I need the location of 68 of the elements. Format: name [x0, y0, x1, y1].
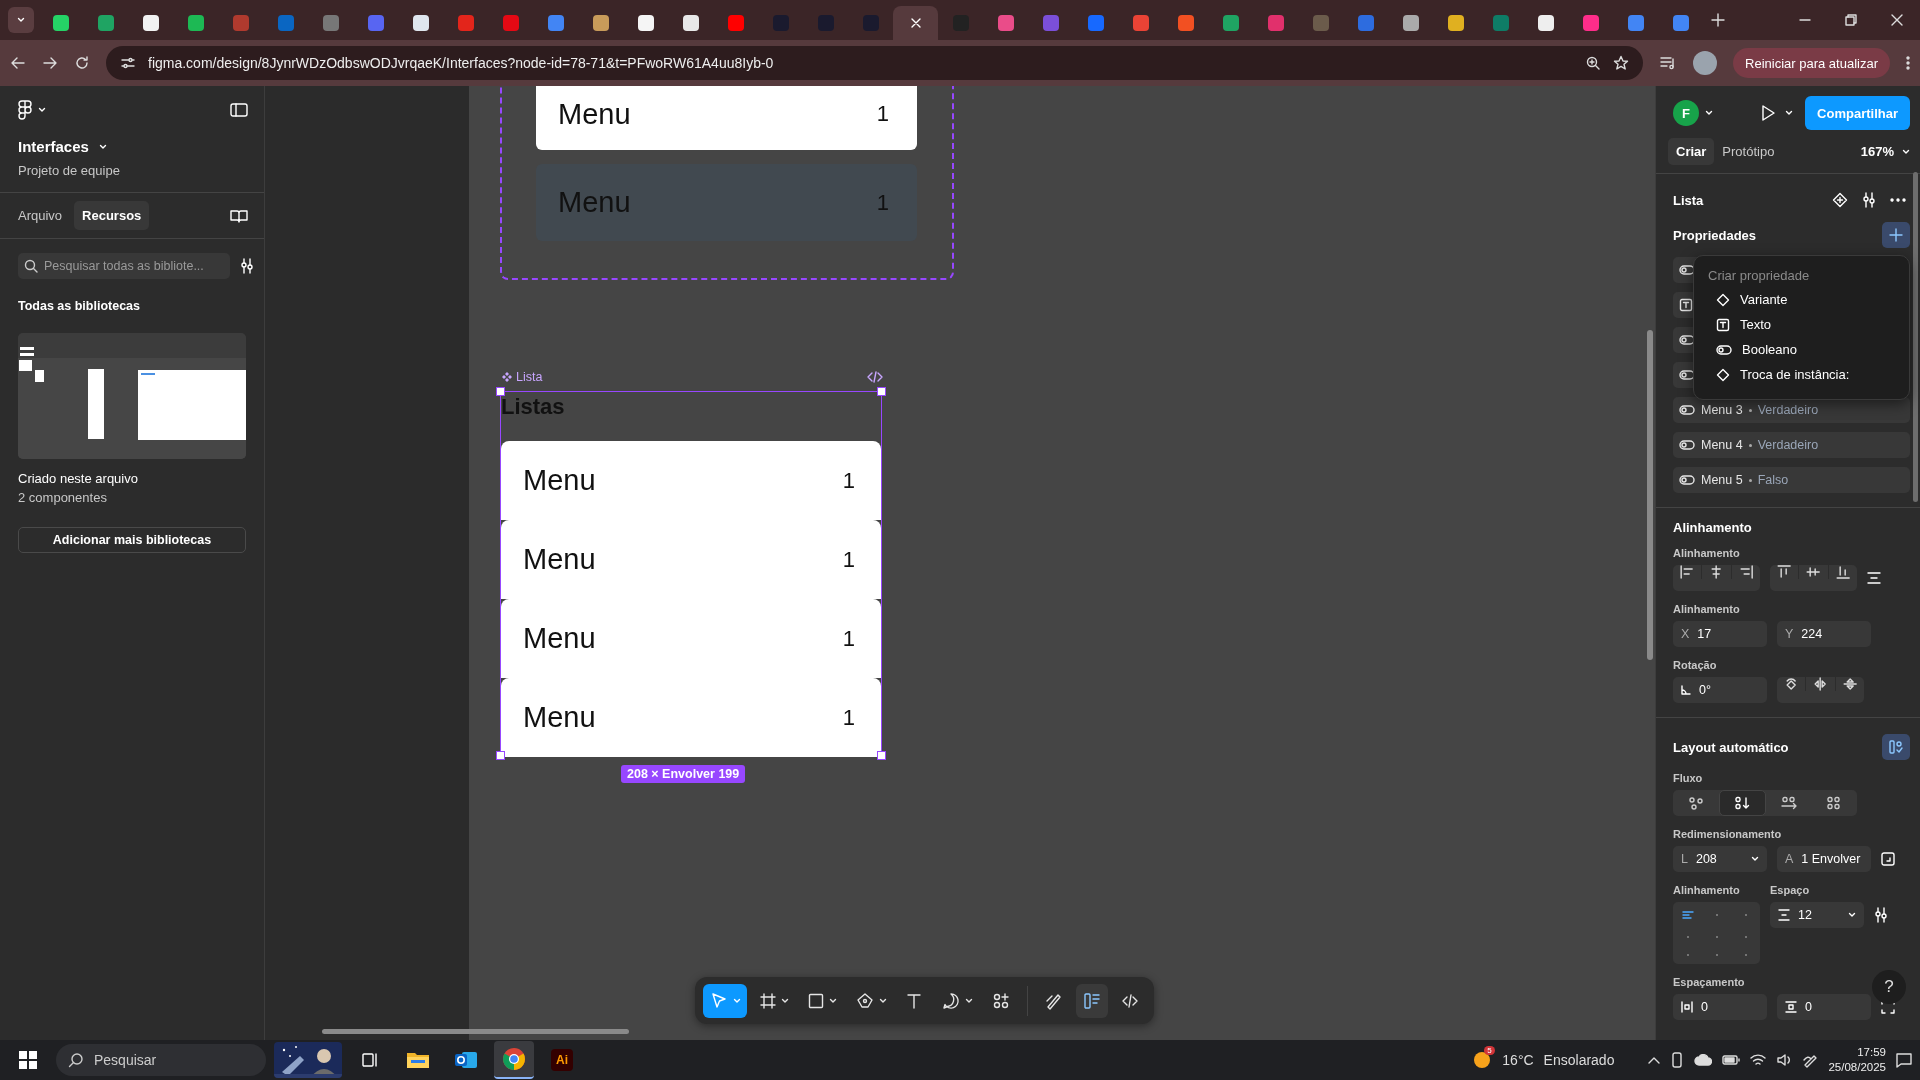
property-name: Menu 4 — [1701, 438, 1743, 452]
menu-label: Menu — [558, 186, 631, 219]
menu-count: 1 — [842, 704, 855, 731]
horizontal-padding-field[interactable]: 0 — [1673, 994, 1767, 1020]
property-row[interactable]: Menu 4 Verdadeiro — [1673, 432, 1910, 458]
temperature[interactable]: 16°C — [1502, 1052, 1534, 1068]
property-row[interactable]: Menu 5 Falso — [1673, 467, 1910, 493]
illustrator-icon[interactable]: Ai — [551, 1049, 573, 1071]
weather-condition[interactable]: Ensolarado — [1543, 1052, 1615, 1068]
project-name: Projeto de equipe — [18, 163, 121, 178]
field-label: Espaço — [1770, 884, 1810, 896]
search-field[interactable]: Pesquisar todas as bibliote... — [18, 253, 230, 279]
menu-label: Menu — [523, 701, 596, 734]
menu-title: Criar propriedade — [1708, 268, 1810, 283]
clock[interactable]: 17:59 25/08/2025 — [1828, 1045, 1886, 1075]
menu-item[interactable]: Texto — [1694, 312, 1909, 337]
zoom-level[interactable]: 167% — [1860, 144, 1894, 159]
section-title: Layout automático — [1673, 739, 1789, 755]
height-field[interactable]: A 1 Envolver — [1777, 846, 1871, 872]
property-value: Verdadeiro — [1757, 403, 1819, 417]
field-label: Alinhamento — [1673, 547, 1740, 559]
menu-item[interactable]: Variante — [1694, 287, 1909, 312]
property-value: Falso — [1757, 473, 1789, 487]
section-title: Todas as bibliotecas — [18, 299, 142, 313]
menu-count: 1 — [876, 101, 889, 127]
menu-count: 1 — [842, 546, 855, 573]
address-field[interactable]: figma.com/design/8JynrWDzOdbswODJvrqaeK/Interfaces?node-id=78-71&t=PFwoRW61A4uu8Iyb-0 — [106, 46, 1644, 80]
size-label: 208 × Envolver 199 — [621, 765, 746, 783]
menu-count: 1 — [876, 189, 889, 216]
library-name[interactable]: Criado neste arquivo — [18, 471, 246, 486]
help-button[interactable]: ? — [1872, 970, 1906, 1004]
notification-badge: 5 — [1484, 1046, 1495, 1055]
rotation-field[interactable]: 0° — [1673, 677, 1767, 703]
vertical-padding-field[interactable]: 0 — [1777, 994, 1871, 1020]
component-count: 2 componentes — [18, 490, 108, 505]
field-label: Fluxo — [1673, 772, 1703, 784]
mode-tab[interactable]: Criar — [1668, 138, 1715, 165]
property-name: Menu 5 — [1701, 473, 1743, 487]
file-name[interactable]: Interfaces — [18, 138, 89, 155]
menu-count: 1 — [842, 467, 855, 494]
property-value: Verdadeiro — [1757, 438, 1819, 452]
component-label[interactable]: Lista — [502, 370, 543, 384]
menu-label: Menu — [523, 464, 596, 497]
field-label: Rotação — [1673, 659, 1717, 671]
menu-item[interactable]: Booleano — [1694, 337, 1909, 362]
field-label: Alinhamento — [1673, 884, 1740, 896]
add-libraries-button[interactable]: Adicionar mais bibliotecas — [18, 527, 246, 553]
property-name: Menu 3 — [1701, 403, 1743, 417]
x-field[interactable]: X 17 — [1673, 621, 1767, 647]
menu-label: Menu — [523, 543, 596, 576]
menu-label: Menu — [523, 622, 596, 655]
section-title: Alinhamento — [1673, 520, 1753, 535]
panel-tab[interactable]: Recursos — [74, 201, 150, 230]
gap-field[interactable]: 12 — [1770, 902, 1864, 928]
y-field[interactable]: Y 224 — [1777, 621, 1871, 647]
component-name: Lista — [1673, 192, 1704, 208]
taskbar-search-field[interactable]: Pesquisar — [56, 1044, 266, 1076]
menu-item[interactable]: Troca de instância: — [1694, 362, 1909, 387]
menu-count: 1 — [842, 625, 855, 652]
field-label: Espaçamento — [1673, 976, 1745, 988]
field-label: Redimensionamento — [1673, 828, 1782, 840]
panel-tab[interactable]: Arquivo — [10, 201, 71, 230]
properties-title: Propriedades — [1673, 227, 1757, 243]
width-field[interactable]: L 208 — [1673, 846, 1767, 872]
mode-tab[interactable]: Protótipo — [1714, 138, 1783, 165]
menu-label: Menu — [558, 97, 631, 131]
update-button[interactable]: Reiniciar para atualizar — [1733, 48, 1890, 78]
field-label: Alinhamento — [1673, 603, 1740, 615]
